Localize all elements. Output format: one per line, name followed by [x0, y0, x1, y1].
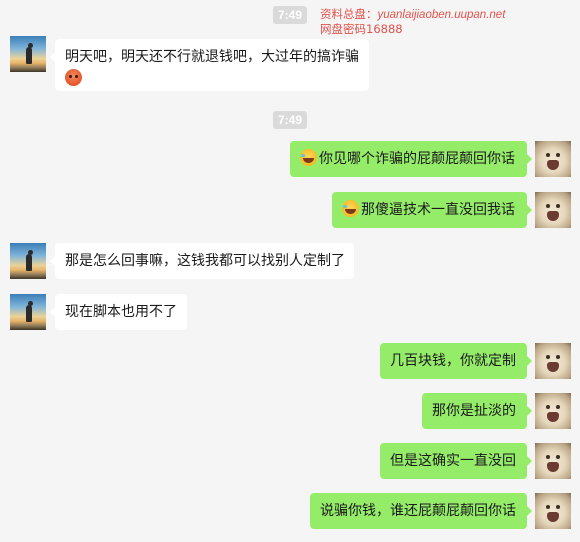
watermark-label: 资料总盘： — [320, 7, 378, 21]
message-text: 现在脚本也用不了 — [65, 304, 177, 320]
watermark: 资料总盘：yuanlaijiaoben.uupan.net 网盘密码16888 — [320, 7, 505, 36]
angry-face-emoji — [65, 69, 82, 86]
sunset-silhouette-avatar[interactable] — [10, 294, 46, 330]
dog-avatar[interactable] — [535, 493, 571, 529]
watermark-line-1: 资料总盘：yuanlaijiaoben.uupan.net — [320, 7, 505, 22]
message-text: 但是这确实一直没回 — [390, 453, 516, 469]
message-text: 明天吧，明天还不行就退钱吧，大过年的搞诈骗 — [65, 49, 359, 65]
message-bubble[interactable]: 明天吧，明天还不行就退钱吧，大过年的搞诈骗 — [50, 39, 369, 91]
laughing-face-emoji — [342, 200, 359, 217]
message-bubble[interactable]: 说骗你钱，谁还屁颠屁颠回你话 — [310, 493, 532, 529]
dog-avatar[interactable] — [535, 443, 571, 479]
message-bubble[interactable]: 几百块钱，你就定制 — [380, 343, 532, 379]
message-bubble[interactable]: 你见哪个诈骗的屁颠屁颠回你话 — [290, 141, 532, 177]
sunset-silhouette-avatar[interactable] — [10, 36, 46, 72]
message-bubble[interactable]: 现在脚本也用不了 — [50, 294, 187, 330]
message-text: 那是怎么回事嘛，这钱我都可以找别人定制了 — [65, 253, 345, 269]
message-text: 你见哪个诈骗的屁颠屁颠回你话 — [319, 151, 515, 167]
message-bubble[interactable]: 那你是扯淡的 — [422, 393, 532, 429]
laughing-face-emoji — [300, 149, 317, 166]
dog-avatar[interactable] — [535, 343, 571, 379]
message-bubble[interactable]: 那傻逼技术一直没回我话 — [332, 192, 532, 228]
message-bubble[interactable]: 那是怎么回事嘛，这钱我都可以找别人定制了 — [50, 243, 354, 279]
timestamp: 7:49 — [272, 111, 308, 129]
dog-avatar[interactable] — [535, 393, 571, 429]
message-text: 那傻逼技术一直没回我话 — [361, 202, 515, 218]
message-text: 那你是扯淡的 — [432, 403, 516, 419]
sunset-silhouette-avatar[interactable] — [10, 243, 46, 279]
watermark-line-2: 网盘密码16888 — [320, 22, 403, 36]
dog-avatar[interactable] — [535, 141, 571, 177]
dog-avatar[interactable] — [535, 192, 571, 228]
message-text: 说骗你钱，谁还屁颠屁颠回你话 — [320, 503, 516, 519]
timestamp: 7:49 — [272, 6, 308, 24]
message-text: 几百块钱，你就定制 — [390, 353, 516, 369]
watermark-url: yuanlaijiaoben.uupan.net — [377, 9, 506, 21]
message-bubble[interactable]: 但是这确实一直没回 — [380, 443, 532, 479]
